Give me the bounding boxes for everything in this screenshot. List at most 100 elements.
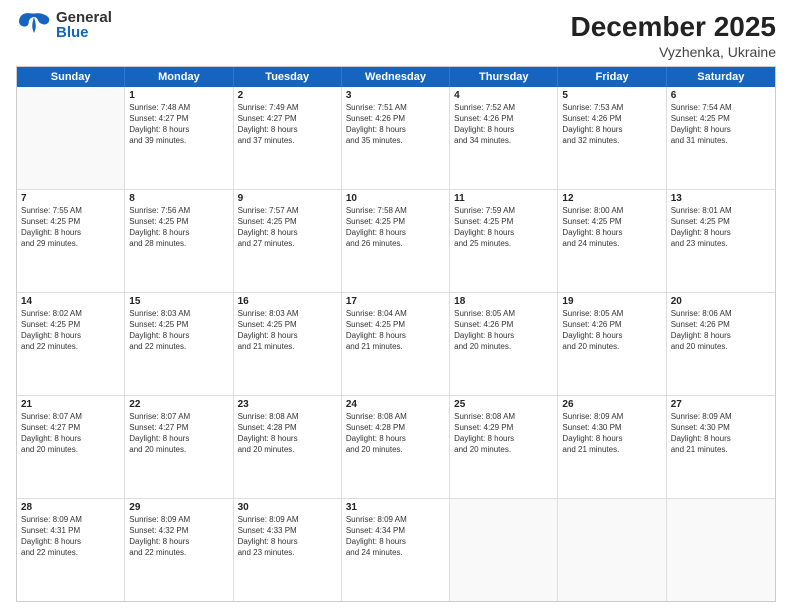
logo: General Blue — [16, 10, 112, 40]
cell-info-line: and 20 minutes. — [346, 444, 445, 455]
logo-blue-text: Blue — [56, 25, 112, 40]
cell-info-line: Daylight: 8 hours — [346, 227, 445, 238]
cell-info-line: Daylight: 8 hours — [129, 433, 228, 444]
day-number: 27 — [671, 399, 771, 410]
cell-info-line: Daylight: 8 hours — [671, 433, 771, 444]
cell-info-line: and 24 minutes. — [346, 547, 445, 558]
calendar-cell: 1Sunrise: 7:48 AMSunset: 4:27 PMDaylight… — [125, 87, 233, 189]
calendar-cell: 17Sunrise: 8:04 AMSunset: 4:25 PMDayligh… — [342, 293, 450, 395]
cell-info-line: and 20 minutes. — [454, 444, 553, 455]
calendar-row-5: 28Sunrise: 8:09 AMSunset: 4:31 PMDayligh… — [17, 499, 775, 601]
cell-info-line: Daylight: 8 hours — [454, 330, 553, 341]
cell-info-line: and 23 minutes. — [671, 238, 771, 249]
calendar-cell: 21Sunrise: 8:07 AMSunset: 4:27 PMDayligh… — [17, 396, 125, 498]
cell-info-line: Sunrise: 8:03 AM — [129, 308, 228, 319]
cell-info-line: and 20 minutes. — [562, 341, 661, 352]
calendar-row-3: 14Sunrise: 8:02 AMSunset: 4:25 PMDayligh… — [17, 293, 775, 396]
cell-info-line: Sunset: 4:30 PM — [562, 422, 661, 433]
cell-info-line: Sunset: 4:25 PM — [671, 113, 771, 124]
day-number: 13 — [671, 193, 771, 204]
header-day-thursday: Thursday — [450, 67, 558, 87]
cell-info-line: and 28 minutes. — [129, 238, 228, 249]
cell-info-line: and 39 minutes. — [129, 135, 228, 146]
cell-info-line: and 21 minutes. — [346, 341, 445, 352]
day-number: 29 — [129, 502, 228, 513]
cell-info-line: Sunset: 4:32 PM — [129, 525, 228, 536]
day-number: 24 — [346, 399, 445, 410]
cell-info-line: Daylight: 8 hours — [346, 330, 445, 341]
cell-info-line: Daylight: 8 hours — [238, 330, 337, 341]
calendar-cell: 11Sunrise: 7:59 AMSunset: 4:25 PMDayligh… — [450, 190, 558, 292]
calendar-cell: 12Sunrise: 8:00 AMSunset: 4:25 PMDayligh… — [558, 190, 666, 292]
cell-info-line: Sunset: 4:27 PM — [238, 113, 337, 124]
cell-info-line: and 25 minutes. — [454, 238, 553, 249]
day-number: 4 — [454, 90, 553, 101]
logo-bird-icon — [16, 10, 52, 40]
cell-info-line: Daylight: 8 hours — [129, 124, 228, 135]
day-number: 14 — [21, 296, 120, 307]
cell-info-line: Sunrise: 7:52 AM — [454, 102, 553, 113]
cell-info-line: Sunrise: 7:49 AM — [238, 102, 337, 113]
title-block: December 2025 Vyzhenka, Ukraine — [571, 10, 776, 60]
cell-info-line: Daylight: 8 hours — [346, 536, 445, 547]
day-number: 19 — [562, 296, 661, 307]
cell-info-line: and 26 minutes. — [346, 238, 445, 249]
calendar-cell: 23Sunrise: 8:08 AMSunset: 4:28 PMDayligh… — [234, 396, 342, 498]
cell-info-line: Daylight: 8 hours — [129, 227, 228, 238]
cell-info-line: Daylight: 8 hours — [562, 227, 661, 238]
cell-info-line: Sunset: 4:27 PM — [129, 422, 228, 433]
calendar-cell: 29Sunrise: 8:09 AMSunset: 4:32 PMDayligh… — [125, 499, 233, 601]
cell-info-line: Daylight: 8 hours — [671, 330, 771, 341]
calendar-body: 1Sunrise: 7:48 AMSunset: 4:27 PMDaylight… — [17, 87, 775, 601]
cell-info-line: Sunrise: 8:08 AM — [346, 411, 445, 422]
cell-info-line: and 20 minutes. — [454, 341, 553, 352]
cell-info-line: Sunrise: 7:48 AM — [129, 102, 228, 113]
day-number: 12 — [562, 193, 661, 204]
calendar: SundayMondayTuesdayWednesdayThursdayFrid… — [16, 66, 776, 602]
cell-info-line: Daylight: 8 hours — [454, 124, 553, 135]
cell-info-line: Sunset: 4:28 PM — [346, 422, 445, 433]
cell-info-line: Sunset: 4:25 PM — [671, 216, 771, 227]
cell-info-line: Sunset: 4:26 PM — [671, 319, 771, 330]
calendar-cell: 4Sunrise: 7:52 AMSunset: 4:26 PMDaylight… — [450, 87, 558, 189]
cell-info-line: Sunrise: 8:05 AM — [562, 308, 661, 319]
header: General Blue December 2025 Vyzhenka, Ukr… — [16, 10, 776, 60]
cell-info-line: Daylight: 8 hours — [129, 536, 228, 547]
cell-info-line: Sunrise: 7:54 AM — [671, 102, 771, 113]
cell-info-line: Sunrise: 8:01 AM — [671, 205, 771, 216]
day-number: 28 — [21, 502, 120, 513]
cell-info-line: Sunrise: 8:09 AM — [671, 411, 771, 422]
cell-info-line: Sunset: 4:26 PM — [346, 113, 445, 124]
logo-text: General Blue — [56, 10, 112, 40]
cell-info-line: and 27 minutes. — [238, 238, 337, 249]
cell-info-line: Sunset: 4:29 PM — [454, 422, 553, 433]
cell-info-line: Sunset: 4:25 PM — [238, 216, 337, 227]
calendar-cell: 27Sunrise: 8:09 AMSunset: 4:30 PMDayligh… — [667, 396, 775, 498]
cell-info-line: Daylight: 8 hours — [454, 433, 553, 444]
cell-info-line: Sunset: 4:28 PM — [238, 422, 337, 433]
calendar-cell: 24Sunrise: 8:08 AMSunset: 4:28 PMDayligh… — [342, 396, 450, 498]
day-number: 23 — [238, 399, 337, 410]
cell-info-line: Daylight: 8 hours — [346, 124, 445, 135]
day-number: 22 — [129, 399, 228, 410]
cell-info-line: and 29 minutes. — [21, 238, 120, 249]
day-number: 18 — [454, 296, 553, 307]
cell-info-line: Daylight: 8 hours — [238, 433, 337, 444]
header-day-monday: Monday — [125, 67, 233, 87]
day-number: 25 — [454, 399, 553, 410]
cell-info-line: Sunrise: 8:09 AM — [21, 514, 120, 525]
calendar-title: December 2025 — [571, 10, 776, 44]
cell-info-line: and 21 minutes. — [238, 341, 337, 352]
cell-info-line: and 20 minutes. — [21, 444, 120, 455]
cell-info-line: and 20 minutes. — [238, 444, 337, 455]
cell-info-line: Sunset: 4:26 PM — [454, 319, 553, 330]
cell-info-line: Sunrise: 8:09 AM — [346, 514, 445, 525]
cell-info-line: Sunset: 4:33 PM — [238, 525, 337, 536]
cell-info-line: Sunrise: 7:53 AM — [562, 102, 661, 113]
calendar-cell: 19Sunrise: 8:05 AMSunset: 4:26 PMDayligh… — [558, 293, 666, 395]
cell-info-line: Sunrise: 7:57 AM — [238, 205, 337, 216]
cell-info-line: and 32 minutes. — [562, 135, 661, 146]
day-number: 1 — [129, 90, 228, 101]
cell-info-line: Daylight: 8 hours — [346, 433, 445, 444]
header-day-wednesday: Wednesday — [342, 67, 450, 87]
